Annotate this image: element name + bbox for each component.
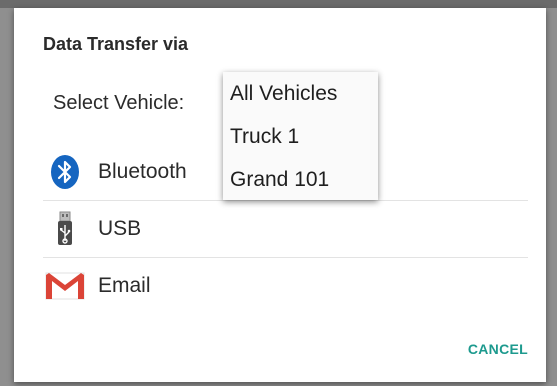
usb-label: USB — [98, 217, 142, 240]
email-label: Email — [98, 274, 151, 297]
gmail-icon — [45, 266, 85, 306]
dialog-title: Data Transfer via — [43, 34, 189, 54]
bluetooth-label: Bluetooth — [98, 160, 187, 183]
vehicle-option-all-vehicles[interactable]: All Vehicles — [223, 72, 378, 115]
bluetooth-icon — [45, 152, 85, 192]
email-option[interactable]: Email — [43, 258, 528, 314]
vehicle-dropdown-menu: All Vehicles Truck 1 Grand 101 — [223, 72, 378, 200]
usb-icon — [45, 209, 85, 249]
usb-option[interactable]: USB — [43, 201, 528, 258]
cancel-button[interactable]: CANCEL — [468, 341, 528, 357]
vehicle-option-grand-101[interactable]: Grand 101 — [223, 158, 378, 201]
backdrop — [0, 0, 557, 8]
vehicle-option-truck-1[interactable]: Truck 1 — [223, 115, 378, 158]
select-vehicle-label: Select Vehicle: — [53, 92, 185, 114]
